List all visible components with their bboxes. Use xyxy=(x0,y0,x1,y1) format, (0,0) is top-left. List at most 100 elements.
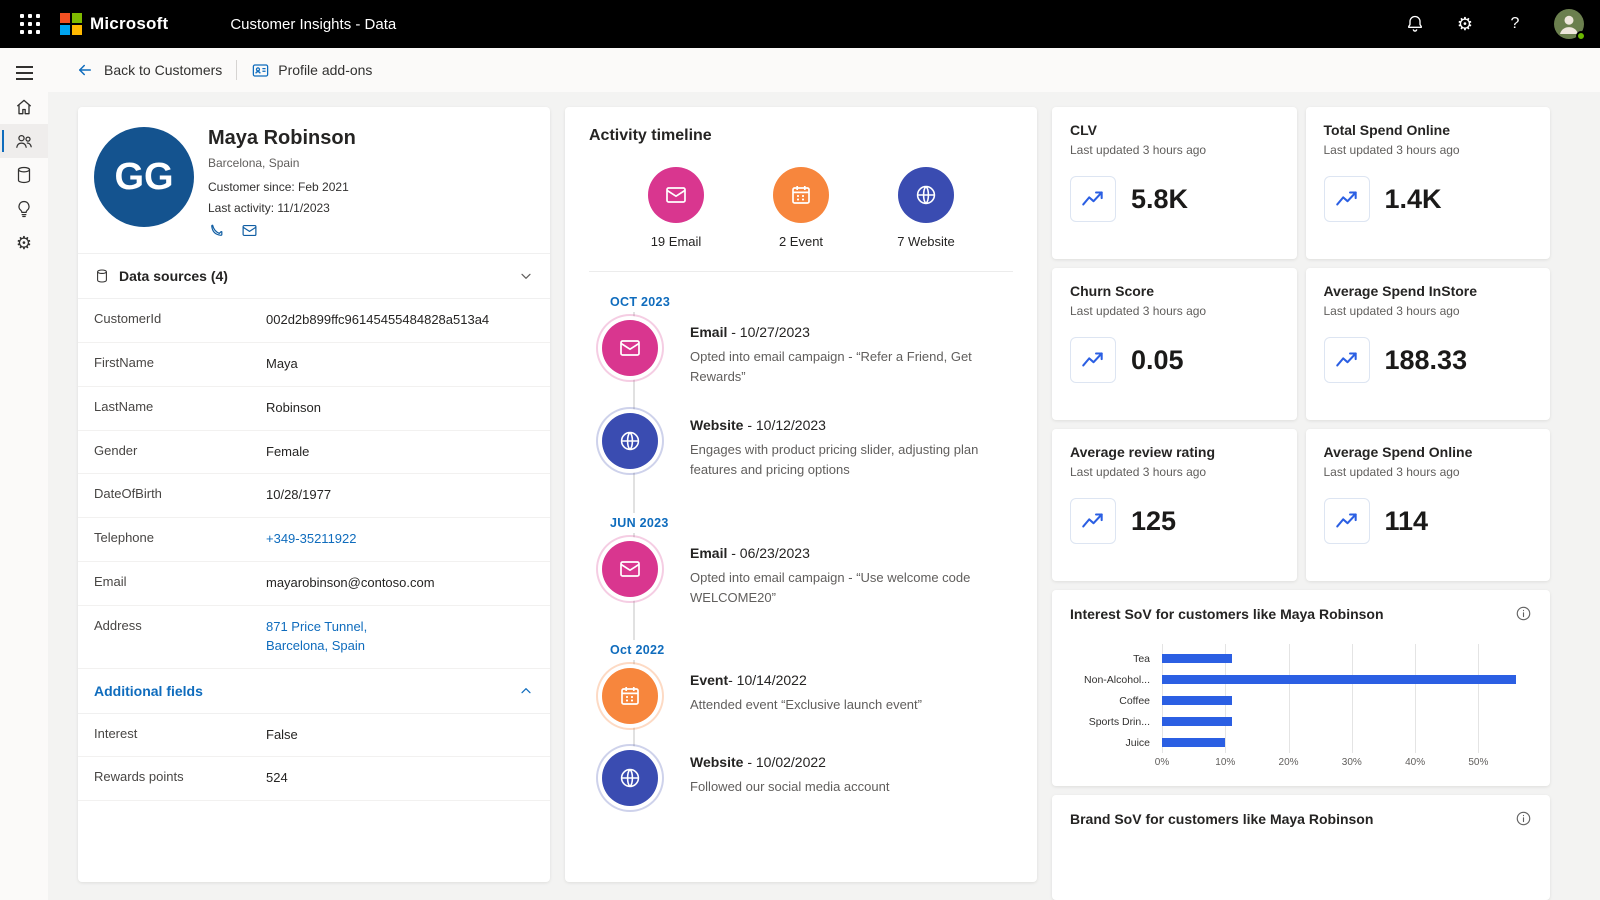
contact-card-icon xyxy=(251,61,270,80)
bar-category-label: Coffee xyxy=(1070,695,1162,707)
info-icon[interactable] xyxy=(1515,605,1532,622)
timeline-month: Oct 2022 xyxy=(604,640,671,660)
nav-menu-toggle[interactable] xyxy=(0,56,48,90)
timeline-month: OCT 2023 xyxy=(604,292,676,312)
kpi-title: Churn Score xyxy=(1070,283,1279,299)
field-label: Interest xyxy=(94,726,266,741)
entry-date: - 10/12/2023 xyxy=(743,417,826,433)
entry-title: Event- 10/14/2022 xyxy=(690,672,922,688)
kpi-value: 5.8K xyxy=(1131,184,1188,215)
entry-title: Email - 10/27/2023 xyxy=(690,324,1000,340)
chevron-up-icon[interactable] xyxy=(518,683,534,699)
timeline-month: JUN 2023 xyxy=(604,513,675,533)
field-row-email: Email mayarobinson@contoso.com xyxy=(78,562,550,606)
entry-title: Email - 06/23/2023 xyxy=(690,545,1000,561)
bar-row: Coffee xyxy=(1070,690,1532,711)
home-icon xyxy=(14,97,34,117)
sidebar-item-settings[interactable]: ⚙ xyxy=(0,226,48,260)
help-icon[interactable]: ? xyxy=(1504,13,1526,35)
bar-category-label: Juice xyxy=(1070,737,1162,749)
kpi-value: 1.4K xyxy=(1385,184,1442,215)
entry-date: - 06/23/2023 xyxy=(727,545,810,561)
kpi-value: 0.05 xyxy=(1131,345,1184,376)
entry-description: Opted into email campaign - “Refer a Fri… xyxy=(690,347,1000,387)
summary-website[interactable]: 7 Website xyxy=(871,167,981,249)
timeline-entry[interactable]: Website - 10/02/2022 Followed our social… xyxy=(602,750,1013,806)
trend-chart-icon xyxy=(1324,498,1370,544)
timeline-entry[interactable]: Event- 10/14/2022 Attended event “Exclus… xyxy=(602,668,1013,724)
command-bar: Back to Customers Profile add-ons xyxy=(48,48,1600,92)
summary-email[interactable]: 19 Email xyxy=(621,167,731,249)
user-avatar[interactable] xyxy=(1554,9,1584,39)
sidebar-item-home[interactable] xyxy=(0,90,48,124)
field-row-customerid: CustomerId 002d2b899ffc96145455484828a51… xyxy=(78,299,550,343)
back-label: Back to Customers xyxy=(104,62,222,78)
field-row-firstname: FirstName Maya xyxy=(78,343,550,387)
activity-timeline-card: Activity timeline 19 Email 2 Event xyxy=(565,107,1037,882)
address-link[interactable]: 871 Price Tunnel, Barcelona, Spain xyxy=(266,618,367,656)
data-sources-label: Data sources (4) xyxy=(119,268,228,284)
field-row-telephone: Telephone +349-35211922 xyxy=(78,518,550,562)
kpi-title: Average Spend Online xyxy=(1324,444,1533,460)
bar-track xyxy=(1162,717,1510,726)
measures-column: CLV Last updated 3 hours ago 5.8K Total … xyxy=(1052,107,1550,900)
entry-date: - 10/14/2022 xyxy=(728,672,807,688)
data-sources-icon xyxy=(94,268,110,284)
settings-gear-icon[interactable]: ⚙ xyxy=(1454,13,1476,35)
timeline-entry[interactable]: Email - 10/27/2023 Opted into email camp… xyxy=(602,320,1013,387)
bar-track xyxy=(1162,696,1510,705)
info-icon[interactable] xyxy=(1515,810,1532,827)
kpi-updated: Last updated 3 hours ago xyxy=(1070,465,1279,479)
bar-row: Non-Alcohol... xyxy=(1070,669,1532,690)
sidebar-item-customers[interactable] xyxy=(0,124,48,158)
customer-name: Maya Robinson xyxy=(208,127,356,150)
additional-fields-label: Additional fields xyxy=(94,683,203,699)
entry-type: Website xyxy=(690,417,743,433)
telephone-link[interactable]: +349-35211922 xyxy=(266,530,357,549)
phone-icon[interactable] xyxy=(208,222,225,239)
trend-chart-icon xyxy=(1070,337,1116,383)
globe-circle-icon xyxy=(898,167,954,223)
trend-chart-icon xyxy=(1324,176,1370,222)
presence-dot xyxy=(1576,31,1586,41)
data-sources-header[interactable]: Data sources (4) xyxy=(78,254,550,299)
entry-title: Website - 10/12/2023 xyxy=(690,417,1000,433)
chart-rows: TeaNon-Alcohol...CoffeeSports Drin...Jui… xyxy=(1070,648,1532,753)
email-icon[interactable] xyxy=(241,222,258,239)
calendar-circle-icon xyxy=(773,167,829,223)
kpi-updated: Last updated 3 hours ago xyxy=(1324,143,1533,157)
timeline-entry[interactable]: Website - 10/12/2023 Engages with produc… xyxy=(602,413,1013,480)
timeline-title: Activity timeline xyxy=(589,127,1013,145)
page-content: GG Maya Robinson Barcelona, Spain Custom… xyxy=(48,92,1600,900)
bar-track xyxy=(1162,738,1510,747)
calendar-circle-icon xyxy=(602,668,658,724)
summary-event-label: 2 Event xyxy=(779,234,823,249)
profile-addons-button[interactable]: Profile add-ons xyxy=(251,61,372,80)
profile-addons-label: Profile add-ons xyxy=(278,62,372,78)
summary-event[interactable]: 2 Event xyxy=(746,167,856,249)
field-value: 002d2b899ffc96145455484828a513a4 xyxy=(266,311,489,330)
sidebar-item-insights[interactable] xyxy=(0,192,48,226)
additional-fields-header[interactable]: Additional fields xyxy=(78,669,550,714)
app-launcher-icon[interactable] xyxy=(16,10,44,38)
entry-type: Email xyxy=(690,324,727,340)
timeline-summary: 19 Email 2 Event 7 Website xyxy=(589,167,1013,249)
field-value: mayarobinson@contoso.com xyxy=(266,574,435,593)
chevron-down-icon[interactable] xyxy=(518,268,534,284)
kpi-card-average-spend-instore: Average Spend InStore Last updated 3 hou… xyxy=(1306,268,1551,420)
sidebar-item-data[interactable] xyxy=(0,158,48,192)
kpi-updated: Last updated 3 hours ago xyxy=(1324,304,1533,318)
field-label: LastName xyxy=(94,399,266,414)
microsoft-logo xyxy=(60,13,82,35)
timeline-entry[interactable]: Email - 06/23/2023 Opted into email camp… xyxy=(602,541,1013,608)
back-to-customers-button[interactable]: Back to Customers xyxy=(76,61,222,79)
notifications-bell-icon[interactable] xyxy=(1404,13,1426,35)
kpi-title: Total Spend Online xyxy=(1324,122,1533,138)
customer-last-activity: Last activity: 11/1/2023 xyxy=(208,201,356,215)
field-label: Address xyxy=(94,618,266,633)
field-label: DateOfBirth xyxy=(94,486,266,501)
brand-name: Microsoft xyxy=(90,14,168,34)
bar-row: Tea xyxy=(1070,648,1532,669)
bar xyxy=(1162,696,1232,705)
summary-email-label: 19 Email xyxy=(651,234,702,249)
